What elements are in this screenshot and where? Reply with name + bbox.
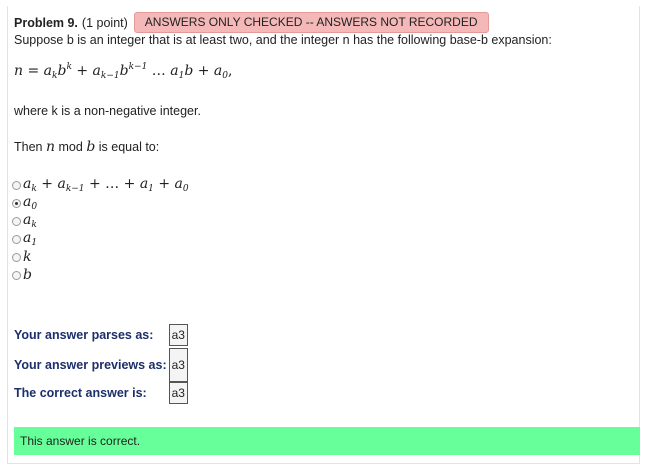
option-label: ak + ak−1 + … + a1 + a0 bbox=[23, 176, 189, 194]
parses-value: a3 bbox=[168, 324, 188, 346]
question-text: Then n mod b is equal to: bbox=[14, 139, 159, 155]
problem-title: Problem 9. bbox=[14, 15, 78, 30]
option-label: a0 bbox=[23, 194, 38, 212]
problem-header: Problem 9. (1 point) ANSWERS ONLY CHECKE… bbox=[14, 12, 489, 33]
previews-value: a3 bbox=[168, 348, 188, 382]
expansion-math: n = akbk + ak−1bk−1 … a1b + a0, bbox=[14, 62, 233, 81]
correct-answer-label: The correct answer is: bbox=[14, 386, 147, 400]
question-b: b bbox=[86, 139, 96, 155]
previews-label: Your answer previews as: bbox=[14, 358, 167, 372]
question-n: n bbox=[45, 139, 56, 155]
radio-button[interactable] bbox=[12, 270, 21, 280]
option-sum[interactable]: ak + ak−1 + … + a1 + a0 bbox=[12, 176, 189, 194]
expansion-formula: n = akbk + ak−1bk−1 … a1b + a0, bbox=[14, 62, 232, 81]
radio-button-selected[interactable] bbox=[12, 198, 21, 208]
option-a0[interactable]: a0 bbox=[12, 194, 189, 212]
answer-results-table: Your answer parses as: a3 Your answer pr… bbox=[14, 324, 188, 404]
option-label: ak bbox=[23, 212, 37, 230]
option-label: b bbox=[23, 267, 32, 283]
status-badge: ANSWERS ONLY CHECKED -- ANSWERS NOT RECO… bbox=[133, 12, 489, 33]
where-text: where k is a non-negative integer. bbox=[14, 104, 201, 118]
radio-button[interactable] bbox=[12, 234, 21, 244]
question-mod: mod bbox=[58, 140, 83, 154]
option-k[interactable]: k bbox=[12, 248, 189, 266]
option-b[interactable]: b bbox=[12, 266, 189, 284]
radio-button[interactable] bbox=[12, 216, 21, 226]
option-label: a1 bbox=[23, 230, 38, 248]
problem-statement: Suppose b is an integer that is at least… bbox=[14, 33, 552, 47]
radio-button[interactable] bbox=[12, 252, 21, 262]
option-a1[interactable]: a1 bbox=[12, 230, 189, 248]
option-ak[interactable]: ak bbox=[12, 212, 189, 230]
option-label: k bbox=[23, 249, 32, 265]
problem-points: (1 point) bbox=[81, 15, 128, 30]
feedback-message: This answer is correct. bbox=[14, 427, 640, 455]
correct-answer-value: a3 bbox=[168, 382, 188, 404]
question-prefix: Then bbox=[14, 140, 43, 154]
radio-button[interactable] bbox=[12, 180, 21, 190]
question-suffix: is equal to: bbox=[98, 140, 160, 154]
answer-options: ak + ak−1 + … + a1 + a0 a0 ak a1 k b bbox=[12, 176, 189, 284]
parses-label: Your answer parses as: bbox=[14, 328, 154, 342]
